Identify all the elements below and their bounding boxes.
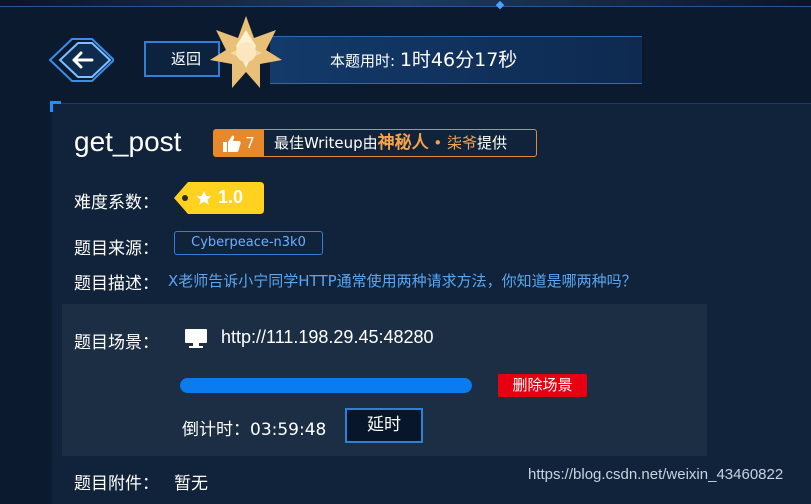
thumbs-up-icon (223, 135, 241, 152)
description-label: 题目描述： (74, 274, 159, 294)
writeup-author-2[interactable]: 柒爷 (447, 134, 477, 152)
scene-label: 题目场景： (74, 333, 159, 353)
back-button-label[interactable]: 返回 (144, 41, 220, 77)
writeup-author[interactable]: 神秘人 (378, 133, 429, 153)
difficulty-value: 1.0 (218, 187, 244, 207)
writeup-suffix: 提供 (477, 134, 508, 152)
top-strip (0, 0, 811, 7)
timer-label: 本题用时: (330, 52, 396, 70)
source-tag[interactable]: Cyberpeace-n3k0 (174, 231, 323, 255)
delete-scene-button[interactable]: 删除场景 (498, 374, 587, 397)
writeup-separator: • (428, 134, 448, 152)
like-count: 7 (245, 134, 255, 152)
writeup-text: 最佳Writeup由神秘人 • 柒爷提供 (264, 130, 507, 156)
description-text: X老师告诉小宁同学HTTP通常使用两种请求方法，你知道是哪两种吗？ (168, 272, 637, 290)
countdown-value: 03:59:48 (250, 420, 327, 440)
countdown-label: 倒计时： (182, 420, 250, 440)
top-diamond-icon: ◆ (495, 0, 505, 11)
writeup-badge[interactable]: 7 最佳Writeup由神秘人 • 柒爷提供 (213, 129, 537, 157)
countdown: 倒计时：03:59:48 (182, 415, 326, 440)
back-arrow-icon (48, 38, 114, 82)
progress-fill (180, 378, 472, 393)
like-counter[interactable]: 7 (214, 130, 264, 156)
extend-button[interactable]: 延时 (345, 408, 423, 443)
back-button[interactable]: 返回 (48, 37, 220, 83)
attachment-label: 题目附件： (74, 474, 159, 494)
panel-corner (50, 101, 61, 112)
difficulty-label: 难度系数： (74, 193, 159, 213)
star-badge-icon (210, 16, 282, 88)
challenge-title: get_post (74, 126, 182, 157)
scene-url[interactable]: http://111.198.29.45:48280 (221, 327, 434, 348)
scene-progress-bar (180, 378, 472, 393)
attachment-value: 暂无 (174, 474, 208, 494)
timer-value: 1时46分17秒 (399, 49, 518, 71)
watermark: https://blog.csdn.net/weixin_43460822 (528, 466, 784, 483)
monitor-icon (185, 329, 207, 348)
writeup-prefix: 最佳Writeup由 (274, 134, 378, 152)
timer-text: 本题用时: 1时46分17秒 (330, 45, 517, 72)
source-label: 题目来源： (74, 239, 159, 259)
